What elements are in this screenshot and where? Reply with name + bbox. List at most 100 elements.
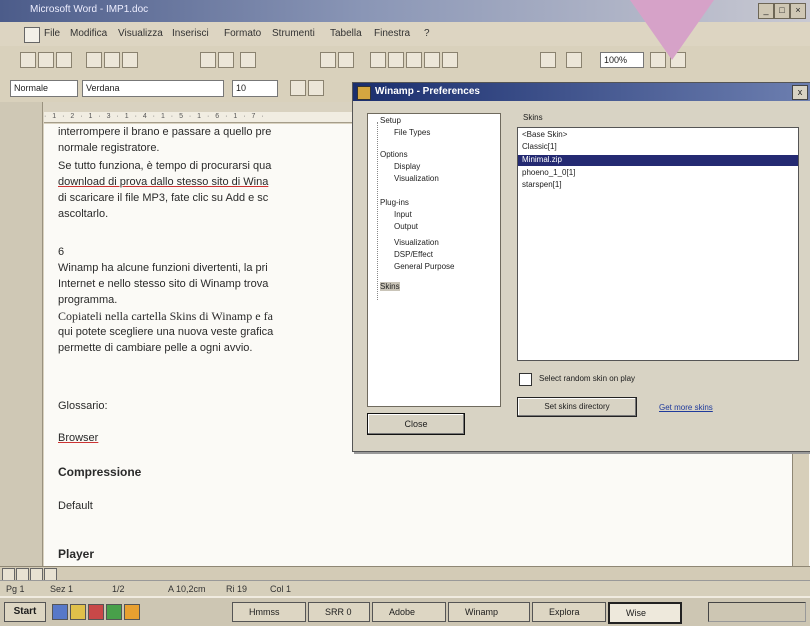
glossary-compressione: Compressione	[58, 465, 142, 479]
set-skins-directory-button[interactable]: Set skins directory	[517, 397, 637, 417]
skins-list[interactable]: <Base Skin> Classic[1] Minimal.zip phoen…	[517, 127, 799, 361]
print-preview-icon[interactable]	[104, 52, 120, 68]
skin-item[interactable]: Classic[1]	[522, 142, 557, 151]
doc-line: Copiateli nella cartella Skins di Winamp…	[58, 309, 273, 323]
tree-item-output[interactable]: Output	[394, 222, 418, 231]
tree-item-display[interactable]: Display	[394, 162, 420, 171]
font-size-select[interactable]: 10	[232, 80, 278, 97]
start-button[interactable]: Start	[4, 602, 46, 622]
tree-item-dsp-effect[interactable]: DSP/Effect	[394, 250, 433, 259]
menu-visualizza[interactable]: Visualizza	[118, 28, 163, 39]
random-skin-label: Select random skin on play	[539, 374, 636, 383]
tables-borders-icon[interactable]	[370, 52, 386, 68]
insert-excel-icon[interactable]	[406, 52, 422, 68]
menu-strumenti[interactable]: Strumenti	[272, 28, 315, 39]
dialog-close-icon[interactable]: x	[792, 85, 808, 100]
glossary-heading: Glossario:	[58, 400, 108, 412]
tree-item-visualization[interactable]: Visualization	[394, 174, 439, 183]
tree-item-input[interactable]: Input	[394, 210, 412, 219]
save-icon[interactable]	[56, 52, 72, 68]
doc-line: di scaricare il file MP3, fate clic su A…	[58, 192, 269, 204]
skin-item-selected[interactable]: Minimal.zip	[518, 155, 798, 166]
document-icon[interactable]	[24, 27, 40, 43]
bold-icon[interactable]	[290, 80, 306, 96]
show-hide-icon[interactable]	[566, 52, 582, 68]
task-winamp[interactable]: Winamp	[448, 602, 530, 622]
tree-item-general-purpose[interactable]: General Purpose	[394, 262, 454, 271]
horizontal-scrollbar[interactable]	[0, 566, 810, 581]
glossary-browser: Browser	[58, 432, 99, 444]
glossary-player: Player	[58, 547, 95, 561]
italic-icon[interactable]	[308, 80, 324, 96]
doc-line: qui potete scegliere una nuova veste gra…	[58, 326, 274, 338]
insert-table-icon[interactable]	[388, 52, 404, 68]
desktop-icon[interactable]	[106, 604, 122, 620]
doc-line: 6	[58, 246, 65, 258]
tree-item-vis-plugins[interactable]: Visualization	[394, 238, 439, 247]
folder-icon[interactable]	[70, 604, 86, 620]
winamp-preferences-dialog: Winamp - Preferences x Setup File Types …	[352, 82, 810, 452]
columns-icon[interactable]	[424, 52, 440, 68]
task-srr[interactable]: SRR 0	[308, 602, 370, 622]
dialog-title: Winamp - Preferences	[375, 86, 480, 97]
minimize-button[interactable]: _	[758, 3, 774, 19]
status-position: A 10,2cm	[168, 584, 206, 594]
close-button[interactable]: Close	[367, 413, 465, 435]
outlook-icon[interactable]	[88, 604, 104, 620]
skins-label: Skins	[523, 113, 543, 122]
spelling-icon[interactable]	[122, 52, 138, 68]
font-select[interactable]: Verdana	[82, 80, 224, 97]
tree-item-skins[interactable]: Skins	[380, 282, 400, 291]
task-adobe[interactable]: Adobe	[372, 602, 446, 622]
channels-icon[interactable]	[124, 604, 140, 620]
tree-item-setup[interactable]: Setup	[380, 116, 401, 125]
maximize-button[interactable]: □	[774, 3, 790, 19]
format-painter-icon[interactable]	[218, 52, 234, 68]
tree-item-file-types[interactable]: File Types	[394, 128, 430, 137]
menu-help[interactable]: ?	[424, 28, 430, 39]
undo-icon[interactable]	[240, 52, 256, 68]
tree-item-plugins[interactable]: Plug-ins	[380, 198, 409, 207]
doc-line: interrompere il brano e passare a quello…	[58, 126, 272, 138]
status-bar: Pg 1 Sez 1 1/2 A 10,2cm Ri 19 Col 1	[0, 580, 810, 597]
vertical-ruler	[0, 102, 43, 566]
doc-line: normale registratore.	[58, 142, 160, 154]
window-title: Microsoft Word - IMP1.doc	[30, 4, 149, 15]
doc-line: permette di cambiare pelle a ogni avvio.	[58, 342, 253, 354]
print-icon[interactable]	[86, 52, 102, 68]
web-toolbar-icon[interactable]	[338, 52, 354, 68]
menu-tabella[interactable]: Tabella	[330, 28, 362, 39]
skin-item[interactable]: starspen[1]	[522, 180, 562, 189]
preferences-tree[interactable]: Setup File Types Options Display Visuali…	[367, 113, 501, 407]
doc-line: Se tutto funziona, è tempo di procurarsi…	[58, 160, 272, 172]
status-pages: 1/2	[112, 584, 125, 594]
menu-formato[interactable]: Formato	[224, 28, 261, 39]
open-icon[interactable]	[38, 52, 54, 68]
system-tray	[708, 602, 806, 622]
new-document-icon[interactable]	[20, 52, 36, 68]
tree-item-options[interactable]: Options	[380, 150, 408, 159]
random-skin-checkbox[interactable]	[519, 373, 532, 386]
menu-finestra[interactable]: Finestra	[374, 28, 410, 39]
task-hmmss[interactable]: Hmmss	[232, 602, 306, 622]
taskbar: Start Hmmss SRR 0 Adobe Winamp Explora W…	[0, 596, 810, 626]
doc-line: Internet e nello stesso sito di Winamp t…	[58, 278, 269, 290]
close-window-button[interactable]: ×	[790, 3, 806, 19]
status-section: Sez 1	[50, 584, 74, 594]
task-explora[interactable]: Explora	[532, 602, 606, 622]
document-map-icon[interactable]	[540, 52, 556, 68]
ie-icon[interactable]	[52, 604, 68, 620]
get-more-skins-link[interactable]: Get more skins	[659, 403, 713, 412]
menu-inserisci[interactable]: Inserisci	[172, 28, 209, 39]
menu-modifica[interactable]: Modifica	[70, 28, 107, 39]
style-select[interactable]: Normale	[10, 80, 78, 97]
hyperlink-icon[interactable]	[320, 52, 336, 68]
status-col: Col 1	[270, 584, 292, 594]
drawing-icon[interactable]	[442, 52, 458, 68]
menu-file[interactable]: File	[44, 28, 60, 39]
skin-item[interactable]: phoeno_1_0[1]	[522, 168, 575, 177]
task-wise[interactable]: Wise	[608, 602, 682, 624]
paste-icon[interactable]	[200, 52, 216, 68]
skin-item[interactable]: <Base Skin>	[522, 130, 567, 139]
status-row: Ri 19	[226, 584, 248, 594]
